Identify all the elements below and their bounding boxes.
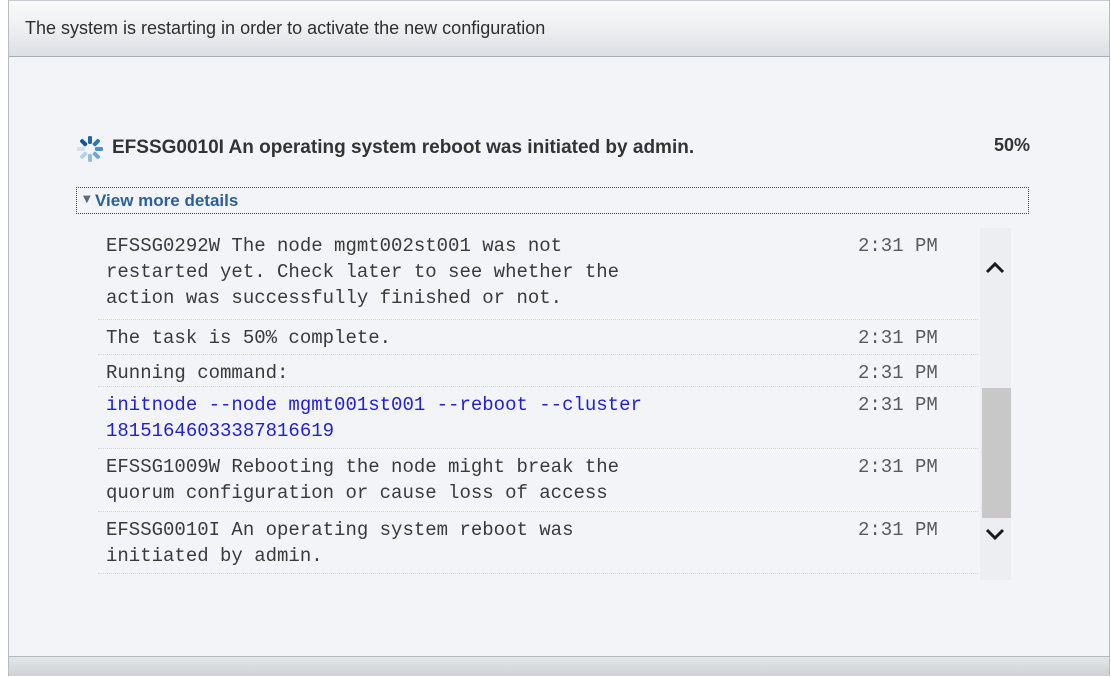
spinner-icon [77,136,103,162]
view-more-details-toggle[interactable]: ▼ View more details [76,187,1029,214]
status-row: EFSSG0010I An operating system reboot wa… [76,133,1032,163]
log-time: 2:31 PM [858,327,938,349]
status-message: EFSSG0010I An operating system reboot wa… [112,137,695,158]
scroll-thumb[interactable] [982,388,1011,518]
log-entry: EFSSG0010I An operating system reboot wa… [98,512,978,574]
log-message: Running command: [106,362,289,384]
log-time: 2:31 PM [858,235,938,257]
dialog-titlebar: The system is restarting in order to act… [9,0,1109,57]
log-entry: EFSSG1009W Rebooting the node might brea… [98,449,978,512]
log-entry: Running command: 2:31 PM [98,355,978,387]
log-time: 2:31 PM [858,456,938,478]
details-log[interactable]: EFSSG0292W The node mgmt002st001 was not… [98,228,1013,580]
chevron-up-icon[interactable] [984,260,1006,276]
log-message: The task is 50% complete. [106,327,392,349]
log-time: 2:31 PM [858,394,938,416]
log-command: initnode --node mgmt001st001 --reboot --… [106,394,642,442]
dialog-title: The system is restarting in order to act… [25,18,546,38]
log-message: EFSSG0292W The node mgmt002st001 was not… [106,235,620,309]
log-time: 2:31 PM [858,362,938,384]
log-message: EFSSG1009W Rebooting the node might brea… [106,456,620,504]
log-entry: The task is 50% complete. 2:31 PM [98,320,978,355]
dialog-footer [9,656,1109,676]
triangle-down-icon: ▼ [83,194,91,205]
log-message: EFSSG0010I An operating system reboot wa… [106,519,574,567]
view-more-details-label: View more details [95,191,239,210]
log-time: 2:31 PM [858,519,938,541]
progress-percent: 50% [993,135,1030,155]
log-entry-command: initnode --node mgmt001st001 --reboot --… [98,387,978,449]
log-entry: EFSSG0292W The node mgmt002st001 was not… [98,228,978,320]
chevron-down-icon[interactable] [984,526,1006,542]
log-scrollbar[interactable] [980,228,1011,580]
